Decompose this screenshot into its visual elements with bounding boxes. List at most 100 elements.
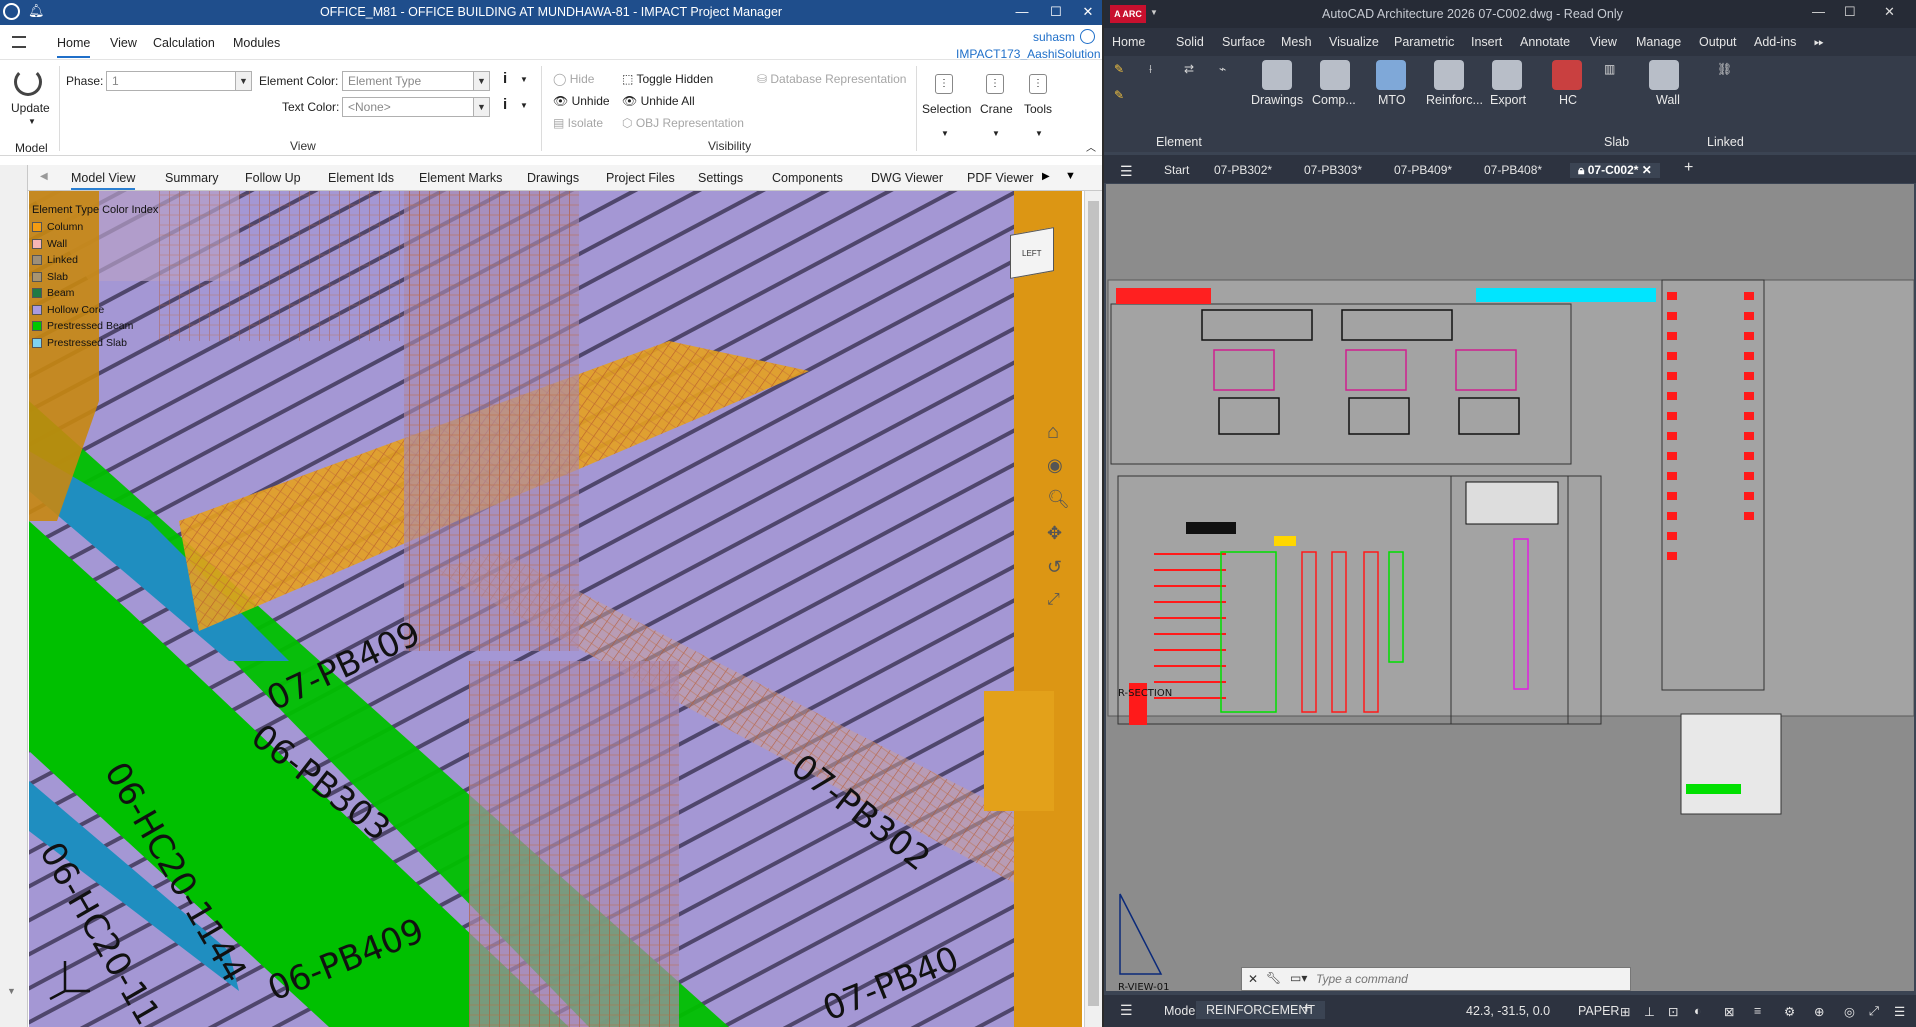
- doc-tab-07-pb302[interactable]: 07-PB302*: [1214, 163, 1272, 177]
- tab-calculation[interactable]: Calculation: [153, 36, 215, 50]
- tools-button[interactable]: Tools: [1024, 102, 1052, 116]
- phase-select[interactable]: 1 ▼: [106, 71, 252, 91]
- reinforcement-icon[interactable]: [1434, 60, 1464, 90]
- wall-icon[interactable]: [1649, 60, 1679, 90]
- tab-mesh[interactable]: Mesh: [1281, 35, 1312, 49]
- command-line[interactable]: ✕ 🔧︎ ▭▾: [1241, 967, 1631, 991]
- maximize-button[interactable]: ☐: [1844, 4, 1856, 20]
- info-icon[interactable]: i: [503, 70, 507, 87]
- wrench-icon[interactable]: 🔧︎: [1266, 971, 1281, 985]
- tab-settings[interactable]: Settings: [698, 171, 743, 185]
- user-icon[interactable]: [1080, 29, 1095, 44]
- tab-model-view[interactable]: Model View: [71, 171, 136, 190]
- chevron-down-icon[interactable]: ▼: [1150, 8, 1158, 17]
- mto-button[interactable]: MTO: [1378, 93, 1406, 107]
- ribbon-menu-icon[interactable]: [12, 36, 26, 48]
- command-prompt-icon[interactable]: ▭▾: [1290, 971, 1307, 985]
- components-icon[interactable]: [1320, 60, 1350, 90]
- tab-add-ins[interactable]: Add-ins: [1754, 35, 1796, 49]
- fit-view-icon[interactable]: ⤢: [1047, 591, 1077, 625]
- snap-icon[interactable]: ⊥: [1644, 1004, 1655, 1019]
- chevron-down-icon[interactable]: ▼: [520, 75, 528, 84]
- close-icon[interactable]: ✕: [1248, 972, 1258, 986]
- workspace-icon[interactable]: ⊕: [1814, 1004, 1824, 1019]
- tab-insert[interactable]: Insert: [1471, 35, 1502, 49]
- doc-tab-07-c002[interactable]: 🔒︎ 07-C002* ✕: [1570, 163, 1660, 178]
- zoom-icon[interactable]: 🔍︎: [1047, 489, 1077, 523]
- hollow-core-icon[interactable]: [1552, 60, 1582, 90]
- hc-button[interactable]: HC: [1559, 93, 1577, 107]
- element-tools-icon[interactable]: ✎: [1114, 88, 1144, 116]
- text-color-select[interactable]: <None> ▼: [342, 97, 490, 117]
- tools-icon[interactable]: ⋮: [1029, 74, 1047, 94]
- chevron-down-icon[interactable]: ▼: [7, 986, 16, 996]
- obj-representation-button[interactable]: ⬡ OBJ Representation: [622, 116, 744, 130]
- autocad-logo[interactable]: A ARC: [1110, 5, 1146, 23]
- polar-icon[interactable]: ◐: [1694, 1004, 1702, 1018]
- tab-pdf-viewer[interactable]: PDF Viewer: [967, 171, 1033, 185]
- more-tabs-icon[interactable]: ⏩︎: [1814, 35, 1824, 50]
- hide-button[interactable]: ◯ Hide: [553, 72, 594, 86]
- maximize-button[interactable]: ☐: [1046, 3, 1066, 21]
- doc-tab-07-pb303[interactable]: 07-PB303*: [1304, 163, 1362, 177]
- slab-icon[interactable]: ▥: [1604, 62, 1628, 86]
- selection-button[interactable]: Selection: [922, 102, 971, 116]
- tab-list-icon[interactable]: ▼: [1065, 170, 1076, 182]
- element-tools-icon[interactable]: ⌁: [1219, 62, 1249, 90]
- rotate-icon[interactable]: ↺: [1047, 557, 1077, 591]
- fullscreen-icon[interactable]: ⤢: [1869, 1004, 1879, 1019]
- crane-icon[interactable]: ⋮: [986, 74, 1004, 94]
- tab-solid[interactable]: Solid: [1176, 35, 1204, 49]
- tab-parametric[interactable]: Parametric: [1394, 35, 1454, 49]
- tab-element-ids[interactable]: Element Ids: [328, 171, 394, 185]
- model-viewport[interactable]: 07-PB409 06-PB303 07-PB302 06-HC20-1144 …: [29, 191, 1082, 1027]
- collapse-ribbon-icon[interactable]: ︿: [1086, 139, 1096, 154]
- lineweight-icon[interactable]: ≡: [1754, 1004, 1761, 1018]
- hamburger-menu-icon[interactable]: ☰: [1120, 1002, 1133, 1019]
- chevron-left-icon[interactable]: ◀: [40, 171, 48, 182]
- chevron-down-icon[interactable]: ▼: [520, 101, 528, 110]
- update-button[interactable]: Update: [11, 101, 50, 115]
- doc-tab-start[interactable]: Start: [1164, 163, 1189, 177]
- tab-modules[interactable]: Modules: [233, 36, 280, 50]
- tab-output[interactable]: Output: [1699, 35, 1737, 49]
- isolate-icon[interactable]: ◎: [1844, 1004, 1855, 1019]
- pan-icon[interactable]: ✥: [1047, 523, 1077, 557]
- chevron-right-icon[interactable]: ▶: [1042, 171, 1050, 182]
- tab-summary[interactable]: Summary: [165, 171, 218, 185]
- tab-project-files[interactable]: Project Files: [606, 171, 675, 185]
- tab-visualize[interactable]: Visualize: [1329, 35, 1379, 49]
- minimize-button[interactable]: —: [1812, 4, 1825, 19]
- unhide-all-button[interactable]: 👁︎ Unhide All: [622, 94, 695, 108]
- tab-home[interactable]: Home: [1112, 35, 1145, 49]
- tab-dwg-viewer[interactable]: DWG Viewer: [871, 171, 943, 185]
- new-tab-button[interactable]: +: [1684, 159, 1693, 177]
- wall-button[interactable]: Wall: [1656, 93, 1680, 107]
- tab-manage[interactable]: Manage: [1636, 35, 1681, 49]
- drawing-canvas[interactable]: R-SECTION R-VIEW-01 R-VIEW-03 ✕ 🔧︎ ▭▾: [1106, 184, 1914, 991]
- vertical-scrollbar[interactable]: [1084, 191, 1102, 1027]
- element-color-select[interactable]: Element Type ▼: [342, 71, 490, 91]
- reinforcement-button[interactable]: Reinforc...: [1426, 93, 1483, 107]
- tab-annotate[interactable]: Annotate: [1520, 35, 1570, 49]
- drawings-icon[interactable]: [1262, 60, 1292, 90]
- mto-icon[interactable]: [1376, 60, 1406, 90]
- hamburger-menu-icon[interactable]: ☰: [1120, 163, 1133, 180]
- drawings-button[interactable]: Drawings: [1251, 93, 1303, 107]
- grid-icon[interactable]: ⊞: [1620, 1004, 1630, 1019]
- tab-view[interactable]: View: [110, 36, 137, 50]
- viewcube[interactable]: LEFT: [1004, 225, 1060, 281]
- export-icon[interactable]: [1492, 60, 1522, 90]
- tab-element-marks[interactable]: Element Marks: [419, 171, 502, 185]
- new-layout-button[interactable]: +: [1302, 1000, 1311, 1018]
- doc-tab-07-pb409[interactable]: 07-PB409*: [1394, 163, 1452, 177]
- crane-button[interactable]: Crane: [980, 102, 1013, 116]
- element-tools-icon[interactable]: ⟊: [1149, 62, 1179, 90]
- database-representation-button[interactable]: ⛁ Database Representation: [757, 72, 906, 86]
- doc-tab-07-pb408[interactable]: 07-PB408*: [1484, 163, 1542, 177]
- layout-tab-model[interactable]: Model: [1164, 1004, 1198, 1018]
- tab-view[interactable]: View: [1590, 35, 1617, 49]
- home-view-icon[interactable]: ⌂: [1047, 421, 1077, 455]
- linked-icon[interactable]: ⛓︎: [1717, 62, 1741, 86]
- ortho-icon[interactable]: ⊡: [1668, 1004, 1678, 1019]
